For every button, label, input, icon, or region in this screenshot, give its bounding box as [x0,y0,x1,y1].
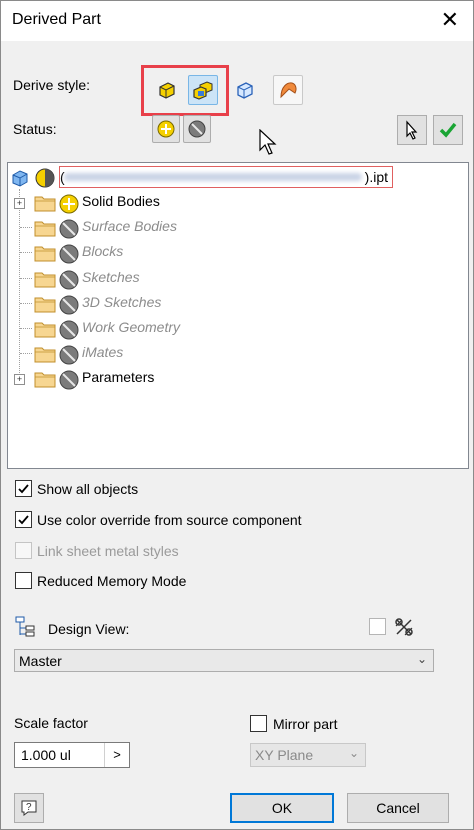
keep-seams-button[interactable] [230,75,260,105]
folder-icon [34,370,56,391]
derive-style-label: Derive style: [13,77,91,93]
design-view-label: Design View: [48,621,130,637]
tree-item-sketches[interactable]: Sketches [8,266,463,291]
tree-item-label: Work Geometry [82,319,181,335]
tree-item-label: Surface Bodies [82,218,177,235]
tree-item-label: Solid Bodies [82,193,160,209]
folder-icon [34,244,56,265]
include-button[interactable] [152,115,180,143]
select-pointer-icon [406,120,418,140]
ok-button[interactable]: OK [230,793,334,823]
checkmark-icon [18,484,29,494]
include-icon [157,120,175,138]
tree-item-label: 3D Sketches [82,293,162,310]
cancel-button[interactable]: Cancel [347,793,449,823]
design-view-value: Master [19,653,62,669]
folder-icon [34,270,56,291]
folder-icon [34,219,56,240]
exclude-icon [188,120,206,138]
tree-item-label: Blocks [82,243,124,260]
mirror-plane-dropdown[interactable]: XY Plane ⌄ [250,743,366,767]
chevron-down-icon: ⌄ [348,746,359,760]
show-all-objects-checkbox[interactable] [15,480,32,497]
folder-icon [34,295,56,316]
chevron-down-icon: ⌄ [416,652,427,666]
dialog-title: Derived Part [12,11,101,28]
source-file-extension: ).ipt [364,169,388,185]
partial-status-icon [35,168,55,188]
checkmark-icon [18,515,29,525]
tree-connector [20,353,32,355]
title-bar: Derived Part ✕ [1,1,473,41]
exclude-status-icon[interactable] [58,369,80,394]
design-view-dropdown[interactable]: Master ⌄ [14,649,434,672]
tree-item-imates[interactable]: iMates [8,341,463,366]
redacted-file-name [64,173,362,181]
color-override-checkbox[interactable] [15,511,32,528]
help-icon: ? [21,800,37,816]
scale-factor-input[interactable]: 1.000 ul > [14,742,130,768]
mirror-part-checkbox[interactable] [250,715,267,732]
associative-checkbox[interactable] [369,618,386,635]
selection-highlight [141,65,229,116]
show-all-objects-label: Show all objects [37,481,139,497]
tree-connector [20,277,32,279]
scale-factor-arrow-button[interactable]: > [104,743,129,767]
status-label: Status: [13,121,57,137]
apply-check-button[interactable] [433,115,463,145]
tree-item-work-geometry[interactable]: Work Geometry [8,316,463,341]
part-cube-icon [12,170,28,187]
folder-icon [34,194,56,215]
tree-item-surface-bodies[interactable]: Surface Bodies [8,215,463,240]
tree-item-label: Parameters [82,369,155,386]
keep-seams-icon [237,82,253,99]
expand-icon[interactable]: + [14,198,25,209]
tree-connector [20,302,32,304]
surface-body-button[interactable] [273,75,303,105]
link-sheet-metal-checkbox[interactable] [15,542,32,559]
mirror-part-label: Mirror part [273,716,338,732]
tree-item-blocks[interactable]: Blocks [8,240,463,265]
design-view-tree-icon [15,616,35,637]
tree-connector [20,328,32,329]
expand-icon[interactable]: + [14,374,25,386]
scale-factor-label: Scale factor [14,715,88,731]
link-sheet-metal-label: Link sheet metal styles [37,543,179,559]
reduced-memory-checkbox[interactable] [15,572,32,589]
mirror-plane-value: XY Plane [255,747,314,763]
svg-text:?: ? [26,802,32,813]
derived-part-dialog: Derived Part ✕ Derive style: Status: ()… [0,0,474,830]
tree-connector [20,227,32,229]
tree-items: + Solid Bodies Surface Bodies Blocks Sketche… [8,190,463,390]
tree-item-parameters[interactable]: + Parameters [8,366,463,391]
help-button[interactable]: ? [14,793,44,823]
reduced-memory-label: Reduced Memory Mode [37,573,187,589]
scale-factor-value: 1.000 ul [21,747,71,763]
associative-link-icon [395,618,413,636]
mouse-cursor-icon [259,129,277,155]
exclude-button[interactable] [183,115,211,143]
surface-body-icon [280,82,297,99]
ok-check-icon [439,122,457,138]
tree-connector [20,252,32,254]
source-file-name: ( ).ipt [59,166,393,188]
tree-item-solid-bodies[interactable]: + Solid Bodies [8,190,463,215]
tree-item-label: iMates [82,344,124,361]
folder-icon [34,320,56,341]
close-icon[interactable]: ✕ [441,7,459,33]
color-override-label: Use color override from source component [37,512,302,528]
select-pointer-button[interactable] [397,115,427,145]
tree-item-3d-sketches[interactable]: 3D Sketches [8,291,463,316]
folder-icon [34,345,56,366]
tree-item-label: Sketches [82,268,140,285]
